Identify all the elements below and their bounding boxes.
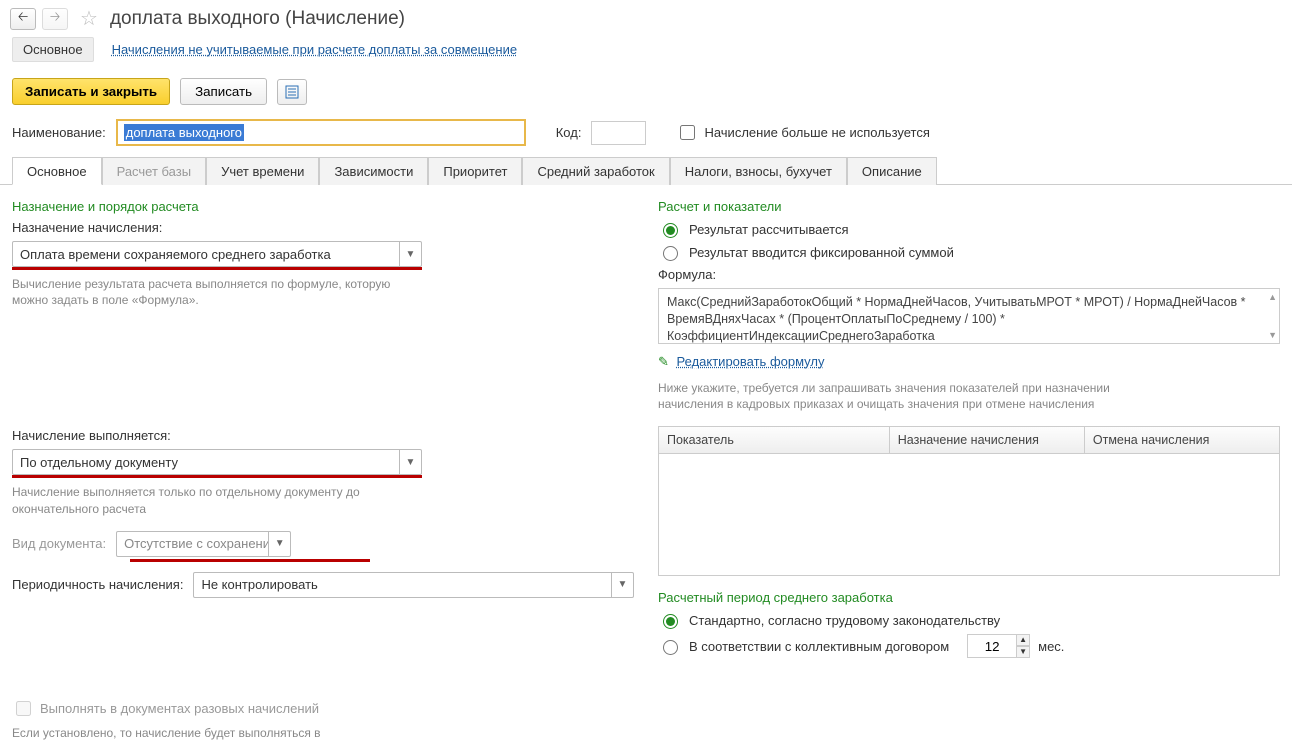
link-secondary[interactable]: Начисления не учитываемые при расчете до…	[112, 42, 518, 57]
tab-priority[interactable]: Приоритет	[428, 157, 522, 185]
formula-box[interactable]: Макс(СреднийЗаработокОбщий * НормаДнейЧа…	[658, 288, 1280, 344]
chevron-down-icon[interactable]: ▼	[399, 450, 421, 474]
purpose-dropdown[interactable]: Оплата времени сохраняемого среднего зар…	[12, 241, 422, 267]
page-title: доплата выходного (Начисление)	[110, 8, 405, 30]
purpose-value: Оплата времени сохраняемого среднего зар…	[13, 247, 399, 262]
edit-formula-link[interactable]: Редактировать формулу	[677, 354, 825, 369]
radio-calculated[interactable]	[663, 223, 678, 238]
doctype-dropdown[interactable]: Отсутствие с сохранением ▼	[116, 531, 291, 557]
onetime-label: Выполнять в документах разовых начислени…	[40, 701, 319, 716]
name-input[interactable]: доплата выходного	[116, 119, 526, 146]
spinner-up-icon[interactable]: ▲	[1016, 634, 1030, 646]
red-underline-2	[12, 475, 422, 478]
radio-fixed-label: Результат вводится фиксированной суммой	[689, 245, 954, 260]
tab-avg[interactable]: Средний заработок	[522, 157, 669, 185]
section-calc-title: Расчет и показатели	[658, 199, 1280, 214]
months-input[interactable]	[967, 634, 1017, 658]
th-cancel: Отмена начисления	[1085, 427, 1279, 453]
period-label: Периодичность начисления:	[12, 577, 183, 592]
list-button[interactable]	[277, 79, 307, 105]
indicators-table[interactable]: Показатель Назначение начисления Отмена …	[658, 426, 1280, 576]
pencil-icon: ✎	[658, 354, 669, 369]
discontinued-label: Начисление больше не используется	[704, 125, 929, 140]
below-note: Ниже укажите, требуется ли запрашивать з…	[658, 380, 1118, 412]
chevron-down-icon[interactable]: ▼	[399, 242, 421, 266]
spinner-down-icon[interactable]: ▼	[1016, 646, 1030, 658]
period-dropdown[interactable]: Не контролировать ▼	[193, 572, 634, 598]
radio-fixed[interactable]	[663, 246, 678, 261]
doctype-value: Отсутствие с сохранением	[117, 536, 268, 551]
radio-calculated-label: Результат рассчитывается	[689, 222, 849, 237]
radio-collective-label: В соответствии с коллективным договором	[689, 639, 949, 654]
performed-label: Начисление выполняется:	[12, 428, 634, 443]
red-underline-3	[130, 559, 370, 562]
onetime-note: Если установлено, то начисление будет вы…	[12, 725, 634, 741]
radio-standard-label: Стандартно, согласно трудовому законодат…	[689, 613, 1000, 628]
purpose-label: Назначение начисления:	[12, 220, 634, 235]
tab-deps[interactable]: Зависимости	[319, 157, 428, 185]
discontinued-checkbox[interactable]	[680, 125, 695, 140]
save-button[interactable]: Записать	[180, 78, 267, 105]
link-main[interactable]: Основное	[12, 37, 94, 62]
tab-desc[interactable]: Описание	[847, 157, 937, 185]
formula-label: Формула:	[658, 267, 1280, 282]
forward-button[interactable]: 🡢	[42, 8, 68, 30]
performed-value: По отдельному документу	[13, 455, 399, 470]
section-purpose-title: Назначение и порядок расчета	[12, 199, 634, 214]
tab-taxes[interactable]: Налоги, взносы, бухучет	[670, 157, 847, 185]
th-indicator: Показатель	[659, 427, 890, 453]
period-value: Не контролировать	[194, 577, 611, 592]
section-avg-title: Расчетный период среднего заработка	[658, 590, 1280, 605]
favorite-star-icon[interactable]: ☆	[80, 6, 98, 31]
performed-dropdown[interactable]: По отдельному документу ▼	[12, 449, 422, 475]
scroll-icon[interactable]: ▲▼	[1268, 291, 1277, 341]
save-and-close-button[interactable]: Записать и закрыть	[12, 78, 170, 105]
doctype-label: Вид документа:	[12, 536, 106, 551]
formula-text: Макс(СреднийЗаработокОбщий * НормаДнейЧа…	[667, 295, 1246, 343]
red-underline-1	[12, 267, 422, 270]
code-label: Код:	[556, 125, 582, 140]
radio-standard[interactable]	[663, 614, 678, 629]
purpose-note: Вычисление результата расчета выполняетс…	[12, 276, 422, 308]
tab-calc-base[interactable]: Расчет базы	[102, 157, 207, 185]
performed-note: Начисление выполняется только по отдельн…	[12, 484, 422, 516]
name-label: Наименование:	[12, 125, 106, 140]
radio-collective[interactable]	[663, 640, 678, 655]
tab-time[interactable]: Учет времени	[206, 157, 319, 185]
list-icon	[285, 85, 299, 99]
chevron-down-icon[interactable]: ▼	[268, 532, 290, 556]
back-button[interactable]: 🡠	[10, 8, 36, 30]
name-input-value: доплата выходного	[124, 124, 244, 141]
tab-main[interactable]: Основное	[12, 157, 102, 185]
chevron-down-icon[interactable]: ▼	[611, 573, 633, 597]
code-input[interactable]	[591, 121, 646, 145]
th-assign: Назначение начисления	[890, 427, 1085, 453]
onetime-checkbox	[16, 701, 31, 716]
months-suffix: мес.	[1038, 639, 1064, 654]
